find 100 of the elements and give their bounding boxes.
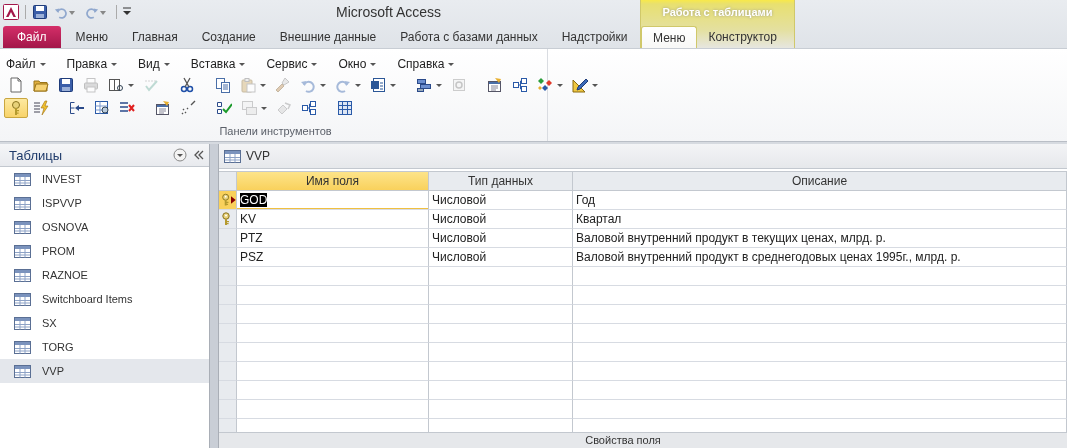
table-list-item[interactable]: RAZNOE [0, 263, 209, 287]
table-icon [224, 149, 241, 163]
empty-cell[interactable] [429, 381, 573, 400]
stacked-boxes-icon [416, 77, 432, 93]
ribbon-tab[interactable]: Надстройки [549, 26, 640, 48]
copy-icon [215, 77, 231, 93]
empty-cell[interactable] [573, 267, 1067, 286]
contextual-group-label: Работа с таблицами [661, 5, 774, 20]
table-icon [14, 268, 31, 282]
empty-cell[interactable] [429, 343, 573, 362]
table-list-item[interactable]: VVP [0, 359, 209, 383]
properties-icon [155, 100, 171, 116]
table-list-item[interactable]: OSNOVA [0, 215, 209, 239]
insert-rows-icon [69, 100, 85, 116]
section-label: Свойства поля [585, 434, 661, 446]
menu-item[interactable]: Вид [136, 57, 180, 71]
empty-cell[interactable] [429, 362, 573, 381]
field-name-cell[interactable]: PTZ [237, 229, 429, 248]
empty-cell[interactable] [573, 362, 1067, 381]
menu-item[interactable]: Справка [395, 57, 465, 71]
customize-menu-icon[interactable] [123, 7, 131, 17]
empty-cell[interactable] [429, 324, 573, 343]
menu-item[interactable]: Правка [64, 57, 128, 71]
menu-item[interactable]: Окно [336, 57, 387, 71]
dropdown-icon[interactable] [173, 148, 187, 162]
ribbon-tab[interactable]: Работа с базами данных [388, 26, 550, 48]
data-type-cell[interactable]: Числовой [429, 229, 573, 248]
column-header[interactable]: Имя поля [237, 172, 429, 191]
table-icon [14, 172, 31, 186]
table-icon [14, 364, 31, 378]
redo-icon[interactable] [85, 5, 99, 19]
ribbon-tab[interactable]: Главная [119, 26, 190, 48]
column-header[interactable]: Тип данных [429, 172, 573, 191]
empty-cell[interactable] [429, 267, 573, 286]
menu-item[interactable]: Сервис [264, 57, 328, 71]
save-icon [58, 77, 74, 93]
description-cell[interactable]: Квартал [573, 210, 1067, 229]
field-name-cell[interactable]: GOD [237, 191, 429, 210]
ribbon-tab[interactable]: Внешние данные [267, 26, 389, 48]
table-list-item[interactable]: TORG [0, 335, 209, 359]
empty-cell[interactable] [573, 324, 1067, 343]
empty-cell[interactable] [429, 400, 573, 419]
field-name-cell[interactable]: PSZ [237, 248, 429, 267]
table-icon [14, 340, 31, 354]
empty-cell[interactable] [429, 305, 573, 324]
row-selector[interactable] [219, 191, 237, 210]
table-icon [14, 220, 31, 234]
collapse-icon[interactable] [193, 150, 205, 160]
description-cell[interactable]: Валовой внутренний продукт в текущих ценах, млрд. р. [573, 229, 1067, 248]
data-type-cell[interactable]: Числовой [429, 191, 573, 210]
table-list-item[interactable]: Switchboard Items [0, 287, 209, 311]
table-list-item[interactable]: ISPVVP [0, 191, 209, 215]
empty-cell[interactable] [573, 343, 1067, 362]
empty-cell[interactable] [573, 286, 1067, 305]
menu-item[interactable]: Файл [4, 57, 56, 71]
table-list-item[interactable]: INVEST [0, 167, 209, 191]
window-title: Microsoft Access [335, 4, 442, 20]
ruler-pencil-icon [572, 77, 588, 93]
ribbon-tab[interactable]: Меню [63, 26, 120, 48]
description-cell[interactable]: Год [573, 191, 1067, 210]
description-cell[interactable]: Валовой внутренний продукт в среднегодовых ценах 1995г., млрд. р. [573, 248, 1067, 267]
dotted-line-icon [180, 100, 196, 116]
empty-cell[interactable] [573, 400, 1067, 419]
key-button[interactable] [4, 98, 28, 118]
app-icon[interactable] [3, 4, 19, 20]
empty-cell[interactable] [573, 305, 1067, 324]
ribbon-tab[interactable]: Файл [3, 26, 61, 48]
save-icon[interactable] [32, 4, 48, 20]
data-type-cell[interactable]: Числовой [429, 248, 573, 267]
primary-key-icon [221, 212, 231, 226]
ribbon-tab[interactable]: Конструктор [697, 26, 788, 48]
index-icon [33, 100, 49, 116]
shapes-icon [537, 77, 553, 93]
table-icon [14, 196, 31, 210]
group-label: Панели инструментов [219, 125, 332, 137]
current-row-icon [231, 196, 236, 204]
empty-cell[interactable] [573, 381, 1067, 400]
menu-item[interactable]: Вставка [188, 57, 256, 71]
check-icon [216, 100, 232, 116]
document-tab[interactable]: VVP [246, 149, 270, 163]
undo-icon[interactable] [54, 5, 68, 19]
printer-icon [83, 77, 99, 93]
empty-cell[interactable] [429, 286, 573, 305]
primary-key-icon [221, 193, 231, 207]
column-header[interactable]: Описание [573, 172, 1067, 191]
ribbon-tab[interactable]: Меню [641, 26, 698, 48]
ribbon-tab[interactable]: Создание [189, 26, 268, 48]
clipboard-icon [240, 77, 256, 93]
data-type-cell[interactable]: Числовой [429, 210, 573, 229]
properties-icon [487, 77, 503, 93]
table-list-item[interactable]: SX [0, 311, 209, 335]
table-list-item[interactable]: PROM [0, 239, 209, 263]
brush-icon [275, 77, 291, 93]
row-selector[interactable] [219, 210, 237, 229]
relationships-icon [301, 100, 317, 116]
field-name-cell[interactable]: KV [237, 210, 429, 229]
relationships-icon [512, 77, 528, 93]
pane-title: Таблицы [9, 147, 64, 163]
print-preview-icon [108, 77, 124, 93]
table-icon [14, 244, 31, 258]
